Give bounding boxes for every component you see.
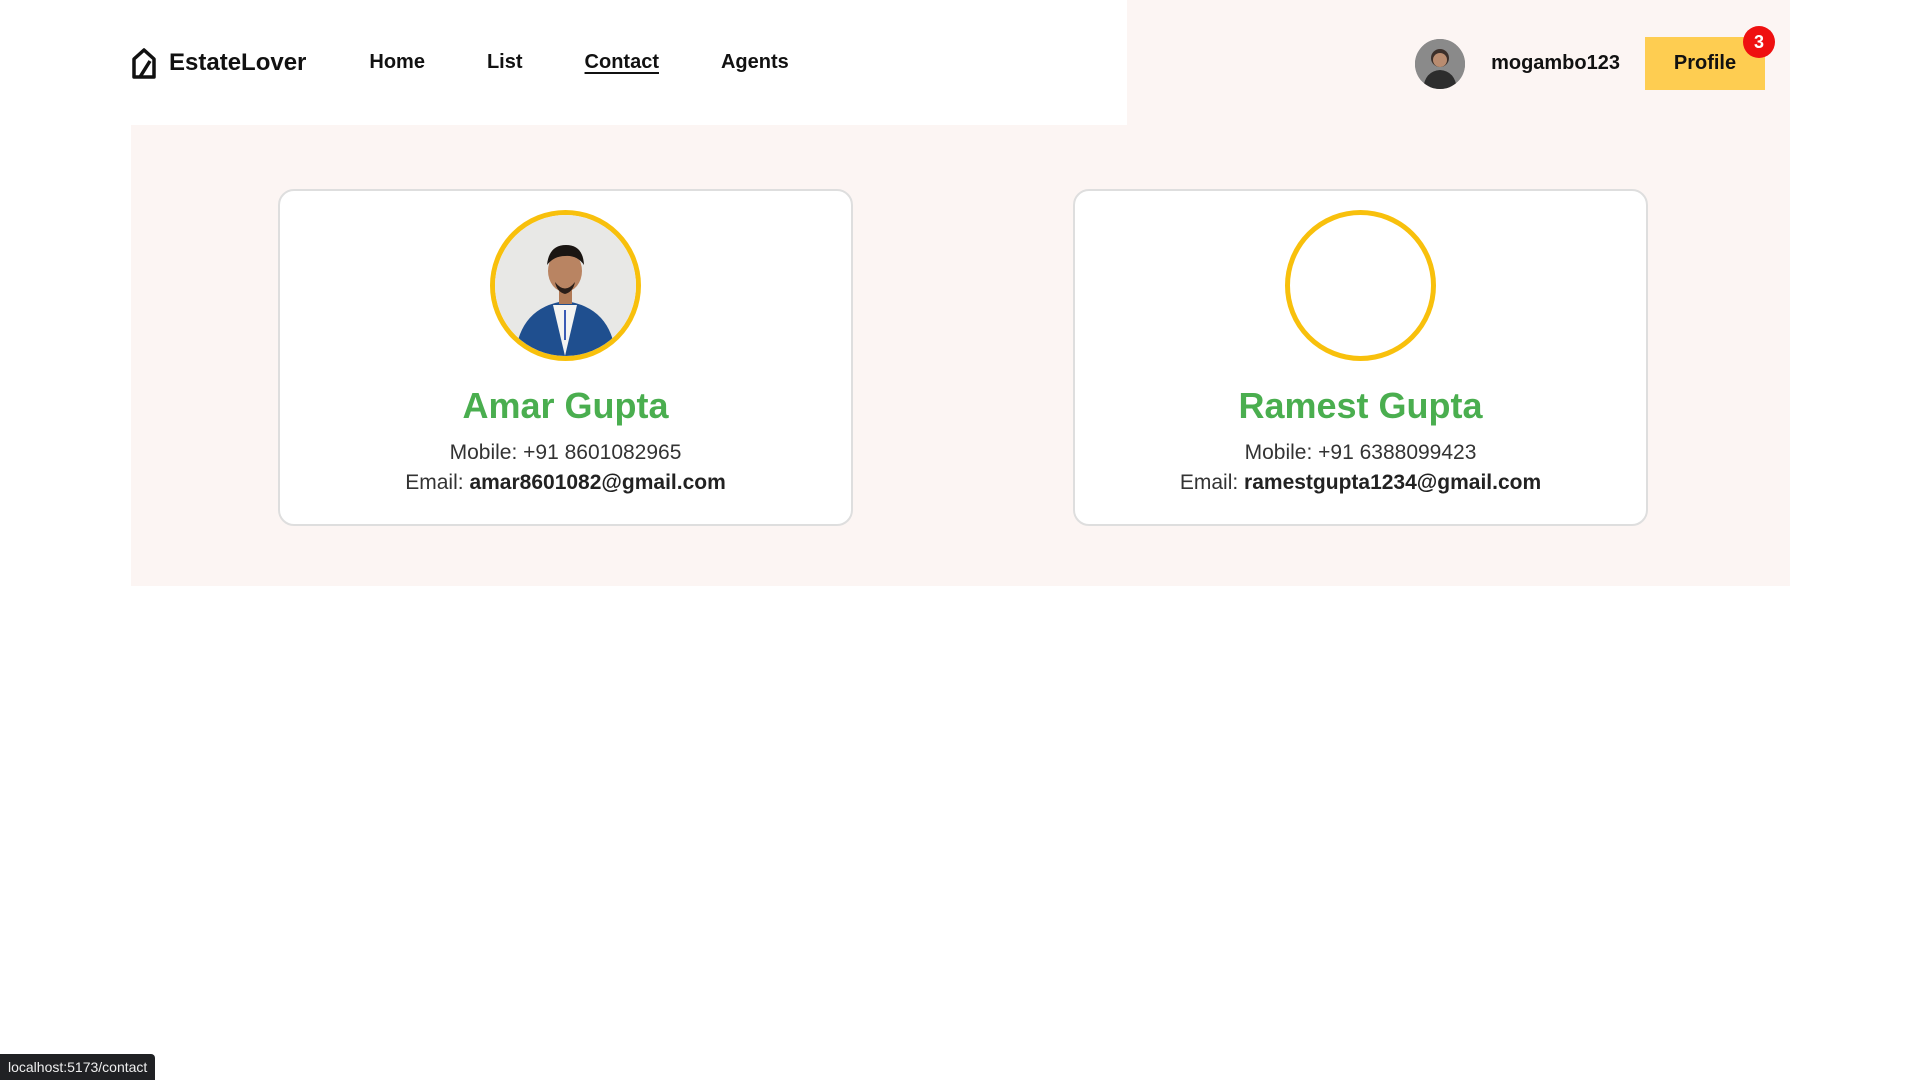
contact-card: Amar Gupta Mobile: +91 8601082965 Email:… — [278, 189, 853, 526]
mobile-value: +91 6388099423 — [1318, 441, 1477, 464]
main-nav: Home List Contact Agents — [369, 51, 788, 74]
contact-mobile: Mobile: +91 6388099423 — [1245, 441, 1477, 465]
mobile-label: Mobile: — [449, 441, 518, 464]
mobile-value: +91 8601082965 — [523, 441, 682, 464]
brand-name: EstateLover — [169, 48, 307, 76]
brand-logo[interactable]: EstateLover — [131, 47, 306, 79]
house-logo-icon — [132, 47, 156, 79]
nav-agents[interactable]: Agents — [721, 51, 789, 74]
user-avatar[interactable] — [1415, 38, 1466, 89]
top-navbar: EstateLover Home List Contact Agents mog… — [131, 0, 1790, 125]
contact-name: Ramest Gupta — [1238, 385, 1483, 426]
nav-contact[interactable]: Contact — [585, 51, 659, 74]
email-value[interactable]: amar8601082@gmail.com — [469, 471, 725, 494]
person-photo-icon — [495, 215, 636, 356]
profile-button[interactable]: Profile 3 — [1645, 26, 1775, 90]
contact-card: Ramest Gupta Mobile: +91 6388099423 Emai… — [1073, 189, 1648, 526]
email-label: Email: — [405, 471, 464, 494]
profile-button-label: Profile — [1673, 52, 1737, 74]
mobile-label: Mobile: — [1244, 441, 1313, 464]
status-bar-url: localhost:5173/contact — [0, 1054, 156, 1080]
contact-email: Email: amar8601082@gmail.com — [405, 471, 726, 495]
nav-list[interactable]: List — [487, 51, 523, 74]
page: EstateLover Home List Contact Agents mog… — [0, 0, 1920, 1080]
username[interactable]: mogambo123 — [1491, 52, 1620, 75]
email-label: Email: — [1179, 471, 1239, 494]
contact-email: Email: ramestgupta1234@gmail.com — [1180, 471, 1541, 495]
nav-home[interactable]: Home — [369, 51, 425, 74]
user-avatar-icon — [1415, 38, 1466, 89]
notification-badge: 3 — [1743, 26, 1775, 58]
contact-photo-empty — [1285, 210, 1436, 361]
contact-photo — [490, 210, 641, 361]
email-value[interactable]: ramestgupta1234@gmail.com — [1244, 471, 1541, 494]
contact-name: Amar Gupta — [462, 385, 669, 426]
user-menu: mogambo123 Profile 3 — [1415, 26, 1775, 90]
contact-mobile: Mobile: +91 8601082965 — [450, 441, 682, 465]
